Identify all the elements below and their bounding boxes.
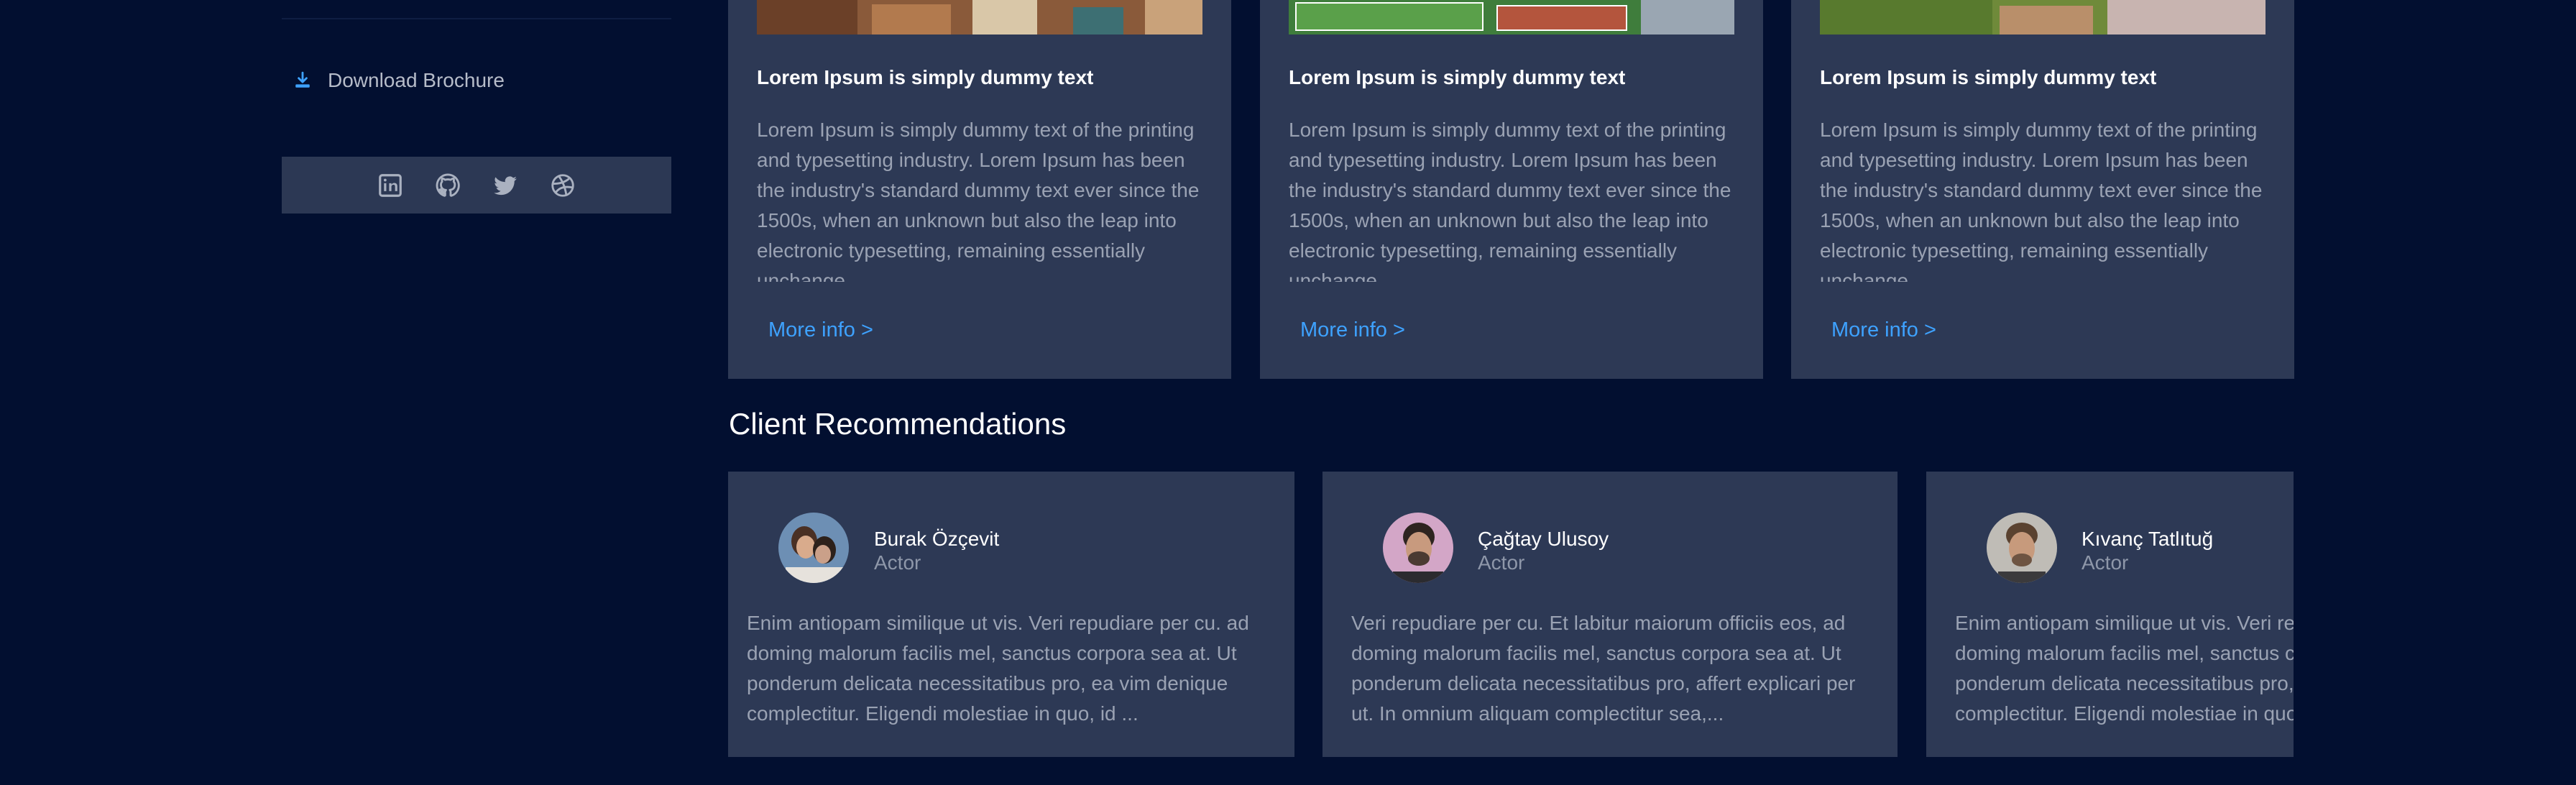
client-role: Actor xyxy=(1478,551,1525,574)
card-image xyxy=(1289,0,1734,35)
client-role: Actor xyxy=(874,551,921,574)
download-brochure-label: Download Brochure xyxy=(328,69,505,91)
card-title: Lorem Ipsum is simply dummy text xyxy=(757,66,1094,88)
client-role: Actor xyxy=(2082,551,2129,574)
more-info-link[interactable]: More info > xyxy=(1831,318,1936,342)
recommendation-text: Enim antiopam similique ut vis. Veri rep… xyxy=(1955,612,2294,725)
github-icon[interactable] xyxy=(434,172,461,199)
dribbble-icon[interactable] xyxy=(549,172,576,199)
section-title: Client Recommendations xyxy=(729,407,1067,441)
recommendation-card: Burak Özçevit Actor Enim antiopam simili… xyxy=(728,472,1294,757)
client-name: Çağtay Ulusoy xyxy=(1478,528,1609,550)
download-icon xyxy=(295,71,310,88)
client-name: Kıvanç Tatlıtuğ xyxy=(2082,528,2214,550)
more-info-link[interactable]: More info > xyxy=(768,318,873,342)
recommendation-text: Veri repudiare per cu. Et labitur maioru… xyxy=(1351,612,1856,725)
sidebar-divider xyxy=(282,18,671,19)
card-image xyxy=(1820,0,2266,35)
linkedin-icon[interactable] xyxy=(377,172,404,199)
card-body: Lorem Ipsum is simply dummy text of the … xyxy=(757,119,1200,282)
service-card: Lorem Ipsum is simply dummy text Lorem I… xyxy=(1791,0,2294,379)
avatar xyxy=(1383,513,1453,583)
client-name: Burak Özçevit xyxy=(874,528,1000,550)
avatar xyxy=(1987,513,2057,583)
more-info-link[interactable]: More info > xyxy=(1300,318,1405,342)
recommendation-text: Enim antiopam similique ut vis. Veri rep… xyxy=(747,612,1249,725)
social-links-bar xyxy=(282,157,671,214)
recommendation-card: Kıvanç Tatlıtuğ Actor Enim antiopam simi… xyxy=(1926,472,2294,757)
card-image xyxy=(757,0,1202,35)
service-card: Lorem Ipsum is simply dummy text Lorem I… xyxy=(1260,0,1763,379)
avatar xyxy=(778,513,849,583)
download-brochure-link[interactable]: Download Brochure xyxy=(293,65,505,96)
twitter-icon[interactable] xyxy=(492,172,519,199)
recommendation-card: Çağtay Ulusoy Actor Veri repudiare per c… xyxy=(1322,472,1898,757)
card-title: Lorem Ipsum is simply dummy text xyxy=(1820,66,2157,88)
card-body: Lorem Ipsum is simply dummy text of the … xyxy=(1820,119,2263,282)
card-body: Lorem Ipsum is simply dummy text of the … xyxy=(1289,119,1731,282)
service-card: Lorem Ipsum is simply dummy text Lorem I… xyxy=(728,0,1231,379)
card-title: Lorem Ipsum is simply dummy text xyxy=(1289,66,1626,88)
